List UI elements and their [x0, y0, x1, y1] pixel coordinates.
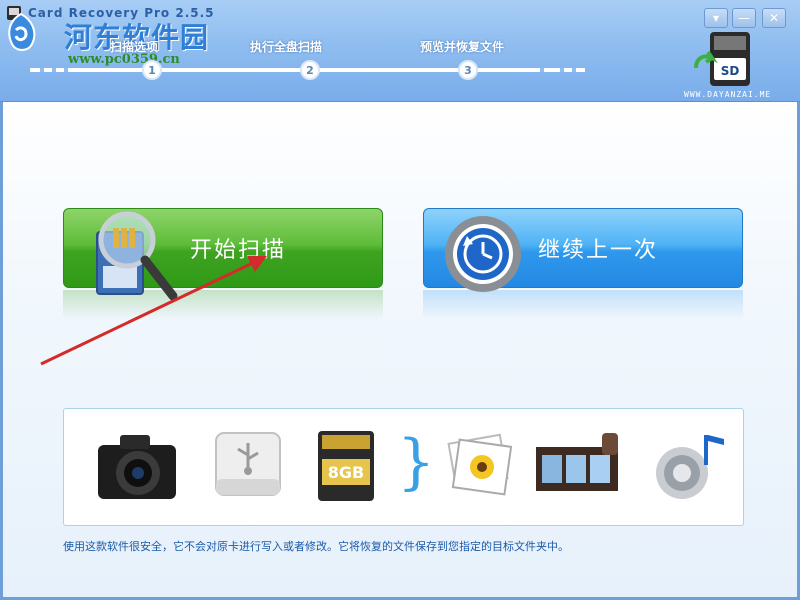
history-clock-icon [445, 216, 521, 292]
info-text: 使用这款软件很安全，它不会对原卡进行写入或者修改。它将恢复的文件保存到您指定的目… [63, 540, 569, 553]
watermark: 河东软件园 www.pc0359.cn [0, 4, 210, 68]
red-arrow-annotation [40, 256, 267, 366]
step-circle-1: 1 [142, 60, 162, 80]
step-label-3: 预览并恢复文件 [420, 40, 505, 54]
logo-caption: WWW.DAYANZAI.ME [684, 90, 772, 99]
brace-divider: } [397, 427, 436, 497]
sd-card-logo: SD [694, 32, 750, 86]
watermark-logo-icon [8, 12, 36, 51]
sd-card-label: 8GB [328, 463, 364, 482]
sd-badge: SD [721, 64, 740, 78]
step-label-1: 扫描选项 [110, 40, 159, 54]
step-circle-3: 3 [458, 60, 478, 80]
camera-icon [98, 435, 176, 499]
minimize-button[interactable]: — [732, 8, 756, 28]
continue-last-label: 继续上一次 [537, 238, 658, 263]
film-icon [536, 433, 618, 491]
continue-last-reflection [423, 290, 743, 320]
title-bar: Card Recovery Pro 2.5.5 河东软件园 www.pc0359… [0, 0, 800, 102]
sd-card-icon: 8GB [318, 431, 374, 501]
close-button[interactable]: ✕ [762, 8, 786, 28]
step-circle-2: 2 [300, 60, 320, 80]
music-icon [656, 435, 724, 499]
step-label-2: 执行全盘扫描 [250, 40, 323, 54]
usb-drive-icon [215, 432, 281, 496]
menu-button[interactable]: ▾ [704, 8, 728, 28]
main-panel: 开始扫描 继续上一次 8GB} 使用这款软件很安全，它不会对原卡进行写入或者修… [3, 102, 797, 597]
photo-icon [447, 433, 513, 496]
supported-media-panel: 8GB } [63, 408, 744, 526]
